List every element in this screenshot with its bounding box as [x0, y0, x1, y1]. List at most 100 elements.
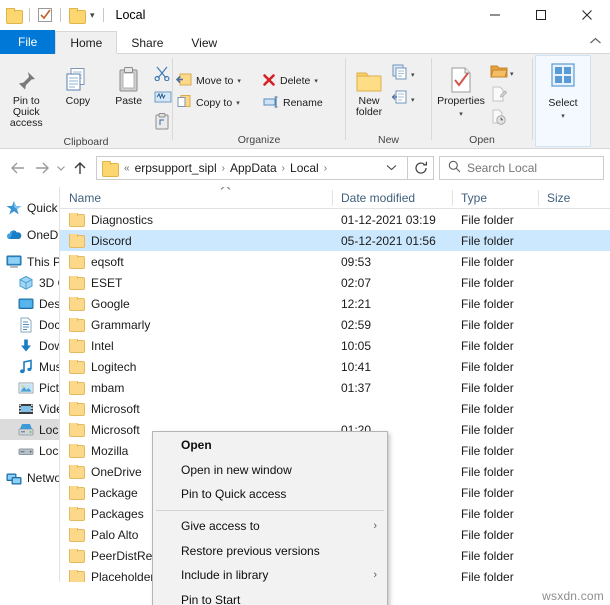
address-dropdown-icon[interactable]	[378, 163, 405, 173]
file-name-cell: Diagnostics	[60, 212, 332, 227]
file-name-label: Microsoft	[91, 422, 140, 437]
context-menu-item-include-in-library[interactable]: Include in library ›	[153, 563, 387, 588]
easy-access-button[interactable]: ▾	[391, 89, 415, 110]
properties-button[interactable]: Properties ▾	[432, 60, 490, 120]
table-row[interactable]: Microsoft File folder	[60, 398, 610, 419]
tab-home[interactable]: Home	[55, 31, 118, 54]
table-row[interactable]: Logitech 10:41 File folder	[60, 356, 610, 377]
history-icon	[490, 109, 507, 130]
sidebar-label: Documents	[39, 317, 60, 332]
context-menu-item-pin-to-start[interactable]: Pin to Start	[153, 588, 387, 605]
tab-view[interactable]: View	[177, 31, 231, 54]
paste-button[interactable]: Paste	[103, 60, 154, 107]
select-button[interactable]: Select ▾	[535, 55, 591, 147]
type-cell: File folder	[461, 443, 514, 458]
context-menu-item-pin-to-quick-access[interactable]: Pin to Quick access	[153, 482, 387, 507]
table-row[interactable]: ESET 02:07 File folder	[60, 272, 610, 293]
tab-file[interactable]: File	[0, 30, 56, 54]
column-header-type[interactable]: Type	[452, 187, 538, 209]
chevron-down-icon[interactable]: ▾	[314, 77, 318, 85]
table-row[interactable]: mbam 01:37 File folder	[60, 377, 610, 398]
folder-icon	[69, 317, 85, 332]
recent-locations-button[interactable]	[54, 156, 68, 180]
rename-button[interactable]: Rename	[259, 92, 343, 114]
open-button[interactable]: ▾	[490, 64, 514, 84]
table-row[interactable]: eqsoft 09:53 File folder	[60, 251, 610, 272]
chevron-down-icon[interactable]: ▾	[411, 71, 415, 79]
column-header-name[interactable]: Name	[60, 187, 332, 209]
select-label: Select	[548, 97, 578, 109]
sidebar-item-videos[interactable]: Videos	[0, 398, 59, 419]
sidebar-item-documents[interactable]: Documents	[0, 314, 59, 335]
sidebar-item-pictures[interactable]: Pictures	[0, 377, 59, 398]
table-row[interactable]: Intel 10:05 File folder	[60, 335, 610, 356]
pin-to-quick-access-button[interactable]: Pin to Quick access	[0, 60, 53, 129]
sidebar-item-onedrive[interactable]: OneDrive	[0, 224, 59, 245]
copy-path-button[interactable]	[154, 90, 172, 109]
ribbon-group-clipboard: Pin to Quick access Copy Paste Clipboard	[0, 54, 172, 149]
delete-button[interactable]: Delete ▾	[259, 70, 343, 92]
breadcrumb-item-local[interactable]: Local	[287, 161, 322, 175]
sidebar-item-3d-objects[interactable]: 3D Objects	[0, 272, 59, 293]
clipboard-mini-buttons	[154, 60, 172, 135]
breadcrumb-item-appdata[interactable]: AppData	[227, 161, 280, 175]
sidebar-item-desktop[interactable]: Desktop	[0, 293, 59, 314]
move-to-button[interactable]: Move to ▾	[173, 70, 259, 92]
search-box[interactable]: Search Local	[439, 156, 604, 180]
table-row[interactable]: Grammarly 02:59 File folder	[60, 314, 610, 335]
window-controls	[472, 0, 610, 30]
new-item-button[interactable]: ▾	[392, 64, 415, 85]
sort-ascending-icon	[220, 187, 231, 193]
new-folder-icon[interactable]	[69, 7, 86, 24]
context-menu-item-open-in-new-window[interactable]: Open in new window	[153, 458, 387, 483]
chevron-down-icon[interactable]: ▾	[90, 10, 95, 21]
context-menu-item-restore-previous-versions[interactable]: Restore previous versions	[153, 538, 387, 563]
network-icon	[6, 470, 22, 486]
back-button[interactable]	[6, 156, 30, 180]
sidebar-item-network[interactable]: Network	[0, 467, 59, 488]
context-menu-item-give-access-to[interactable]: Give access to ›	[153, 514, 387, 539]
breadcrumb[interactable]: « erpsupport_sipl › AppData › Local ›	[96, 156, 408, 180]
chevron-down-icon[interactable]: ▾	[561, 112, 565, 120]
chevron-down-icon[interactable]: ▾	[236, 99, 240, 107]
type-cell: File folder	[461, 212, 514, 227]
column-header-size[interactable]: Size	[538, 187, 578, 209]
sidebar-item-this-pc[interactable]: This PC	[0, 251, 59, 272]
tab-share[interactable]: Share	[117, 31, 177, 54]
table-row[interactable]: Diagnostics 01-12-2021 03:19 File folder	[60, 209, 610, 230]
minimize-button[interactable]	[472, 0, 518, 30]
refresh-button[interactable]	[408, 156, 434, 180]
folder-icon[interactable]	[6, 7, 23, 24]
sidebar-item-downloads[interactable]: Downloads	[0, 335, 59, 356]
breadcrumb-overflow-icon[interactable]: «	[122, 163, 132, 174]
copy-button[interactable]: Copy	[53, 60, 104, 107]
chevron-down-icon[interactable]: ▾	[459, 109, 463, 120]
new-folder-button[interactable]: New folder	[346, 60, 392, 118]
file-name-cell: eqsoft	[60, 254, 332, 269]
maximize-button[interactable]	[518, 0, 564, 30]
forward-button[interactable]	[30, 156, 54, 180]
paste-shortcut-button[interactable]	[154, 113, 172, 135]
properties-icon[interactable]	[38, 8, 52, 22]
chevron-down-icon[interactable]: ▾	[510, 70, 514, 78]
context-menu[interactable]: Open Open in new window Pin to Quick acces…	[152, 431, 388, 605]
close-button[interactable]	[564, 0, 610, 30]
collapse-ribbon-icon[interactable]	[589, 37, 602, 48]
up-button[interactable]	[68, 156, 92, 180]
sidebar-item-local-disk-c[interactable]: Local Disk (C:)	[0, 419, 59, 440]
chevron-down-icon[interactable]: ▾	[237, 77, 241, 85]
table-row[interactable]: Google 12:21 File folder	[60, 293, 610, 314]
breadcrumb-item-user[interactable]: erpsupport_sipl	[132, 161, 220, 175]
this-pc-icon	[6, 254, 22, 270]
chevron-down-icon[interactable]: ▾	[411, 96, 415, 104]
context-menu-item-open[interactable]: Open	[153, 433, 387, 458]
table-row[interactable]: Discord 05-12-2021 01:56 File folder	[60, 230, 610, 251]
sidebar-item-local-disk-d[interactable]: Local Disk (D:)	[0, 440, 59, 461]
copy-to-button[interactable]: Copy to ▾	[173, 92, 259, 114]
file-name-label: Placeholder	[91, 569, 155, 583]
sidebar-item-quick-access[interactable]: Quick access	[0, 197, 59, 218]
column-header-date-modified[interactable]: Date modified	[332, 187, 452, 209]
sidebar-item-music[interactable]: Music	[0, 356, 59, 377]
cut-button[interactable]	[154, 66, 172, 86]
type-cell: File folder	[461, 359, 514, 374]
